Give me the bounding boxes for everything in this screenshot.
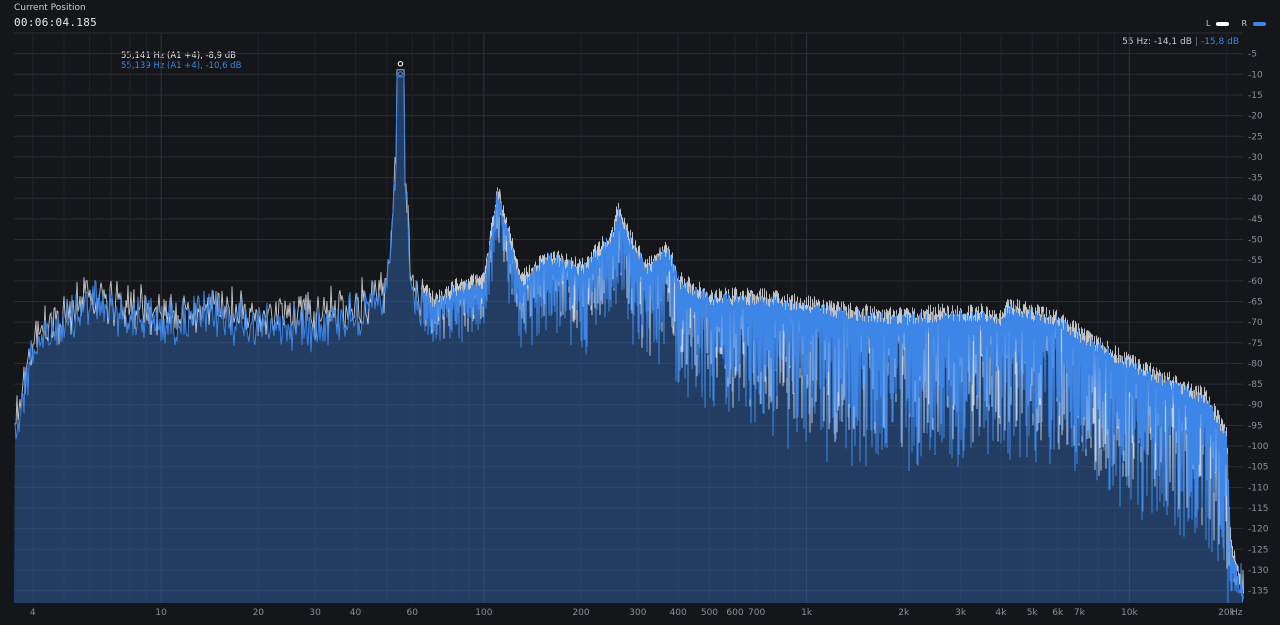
x-tick-label: 10 (155, 608, 167, 618)
y-tick-label: -40 (1248, 194, 1263, 204)
y-tick-label: -70 (1248, 318, 1263, 328)
y-tick-label: -10 (1248, 70, 1263, 80)
x-tick-label: 4 (30, 608, 36, 618)
x-tick-label: 40 (350, 608, 362, 618)
y-tick-label: -80 (1248, 359, 1263, 369)
y-tick-label: -55 (1248, 256, 1263, 266)
y-tick-label: -90 (1248, 401, 1263, 411)
x-tick-label: 400 (670, 608, 687, 618)
x-unit-label: Hz (1231, 608, 1243, 618)
spectrum-analyzer: Current Position 00:06:04.185 L R 55 Hz:… (0, 0, 1280, 625)
x-tick-label: 1k (801, 608, 813, 618)
x-tick-label: 30 (309, 608, 321, 618)
y-tick-label: -25 (1248, 132, 1263, 142)
x-tick-label: 6k (1052, 608, 1064, 618)
y-tick-label: -125 (1248, 545, 1268, 555)
x-tick-label: 20 (253, 608, 265, 618)
y-tick-label: -105 (1248, 463, 1268, 473)
y-tick-label: -50 (1248, 236, 1263, 246)
x-tick-label: 100 (475, 608, 492, 618)
y-tick-label: -45 (1248, 215, 1263, 225)
x-tick-label: 60 (407, 608, 419, 618)
spectrum-plot[interactable]: -5 -10 -15 -20 -25 -30 -35 -40 -45 -50 -55 -60 -65 -7… (0, 0, 1280, 625)
x-tick-label: 200 (572, 608, 589, 618)
y-tick-label: -5 (1248, 50, 1257, 60)
y-tick-label: -75 (1248, 339, 1263, 349)
x-tick-label: 700 (748, 608, 765, 618)
y-tick-label: -85 (1248, 380, 1263, 390)
x-tick-label: 600 (726, 608, 743, 618)
y-tick-label: -20 (1248, 112, 1263, 122)
y-tick-label: -95 (1248, 421, 1263, 431)
x-tick-label: 500 (701, 608, 718, 618)
y-tick-label: -110 (1248, 483, 1269, 493)
peak-marker-r (397, 71, 404, 77)
x-tick-label: 4k (995, 608, 1007, 618)
y-tick-label: -15 (1248, 91, 1263, 101)
y-tick-label: -130 (1248, 566, 1269, 576)
x-tick-label: 10k (1121, 608, 1138, 618)
y-tick-label: -120 (1248, 525, 1269, 535)
x-tick-label: 7k (1074, 608, 1086, 618)
y-tick-label: -60 (1248, 277, 1263, 287)
y-tick-label: -30 (1248, 153, 1263, 163)
y-tick-label: -100 (1248, 442, 1269, 452)
x-tick-label: 300 (629, 608, 646, 618)
x-tick-label: 2k (898, 608, 910, 618)
y-tick-label: -35 (1248, 174, 1263, 184)
x-tick-label: 3k (955, 608, 967, 618)
x-tick-label: 5k (1027, 608, 1039, 618)
y-tick-label: -65 (1248, 297, 1263, 307)
y-tick-label: -135 (1248, 587, 1268, 597)
peak-marker-l (397, 60, 404, 67)
y-tick-label: -115 (1248, 504, 1268, 514)
